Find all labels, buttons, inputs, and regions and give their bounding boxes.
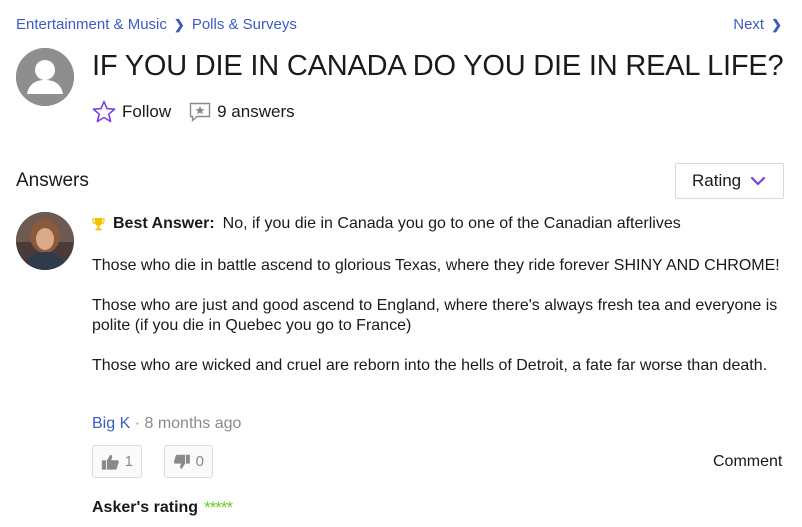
- follow-button[interactable]: Follow: [92, 100, 171, 123]
- upvote-count: 1: [124, 453, 133, 470]
- answer-bubble-icon: [189, 102, 211, 122]
- downvote-count: 0: [195, 453, 204, 470]
- answer-paragraph: Those who die in battle ascend to glorio…: [92, 257, 780, 274]
- thumbs-down-icon: [173, 454, 190, 469]
- star-outline-icon: [92, 100, 116, 123]
- asker-rating: Asker's rating *****: [92, 498, 233, 518]
- rating-stars: *****: [204, 498, 233, 517]
- answer-author-line: Big K · 8 months ago: [92, 415, 241, 433]
- asker-rating-label: Asker's rating: [92, 499, 199, 516]
- answerer-photo: [16, 212, 74, 270]
- sort-selected-value: Rating: [692, 171, 742, 190]
- breadcrumb-category-link[interactable]: Entertainment & Music: [16, 16, 167, 33]
- answerer-avatar[interactable]: [16, 212, 74, 270]
- asker-avatar[interactable]: [16, 48, 74, 106]
- answer-time: 8 months ago: [144, 415, 242, 432]
- best-answer-label: Best Answer:: [113, 215, 215, 232]
- answer-paragraph: Those who are wicked and cruel are rebor…: [92, 357, 768, 374]
- next-label: Next: [733, 16, 765, 33]
- author-separator: ·: [134, 415, 141, 432]
- upvote-button[interactable]: 1: [92, 445, 142, 478]
- trophy-icon: [92, 217, 105, 231]
- sort-dropdown[interactable]: Rating: [675, 163, 784, 199]
- answer-paragraph: Those who are just and good ascend to En…: [92, 297, 778, 334]
- chevron-right-icon: ❯: [771, 16, 782, 32]
- best-answer-first-line: No, if you die in Canada you go to one o…: [222, 215, 681, 232]
- question-title: IF YOU DIE IN CANADA DO YOU DIE IN REAL …: [92, 50, 784, 82]
- downvote-button[interactable]: 0: [164, 445, 213, 478]
- chevron-down-icon: [750, 176, 766, 186]
- comment-button[interactable]: Comment: [713, 453, 782, 471]
- breadcrumb-subcategory-link[interactable]: Polls & Surveys: [192, 16, 297, 33]
- best-answer-header: Best Answer: No, if you die in Canada yo…: [92, 214, 792, 234]
- breadcrumb: Entertainment & Music ❯ Polls & Surveys: [16, 16, 297, 33]
- answer-author-link[interactable]: Big K: [92, 415, 130, 432]
- best-answer: Best Answer: No, if you die in Canada yo…: [92, 214, 792, 376]
- question-meta: Follow 9 answers: [92, 100, 295, 123]
- thumbs-up-icon: [101, 454, 119, 470]
- answers-count: 9 answers: [189, 101, 295, 122]
- chevron-right-icon: ❯: [173, 16, 185, 32]
- answers-heading: Answers: [16, 170, 89, 191]
- next-question-link[interactable]: Next ❯: [733, 16, 782, 33]
- default-user-icon: [16, 48, 74, 106]
- answers-count-label: 9 answers: [217, 101, 295, 121]
- follow-label: Follow: [122, 101, 172, 121]
